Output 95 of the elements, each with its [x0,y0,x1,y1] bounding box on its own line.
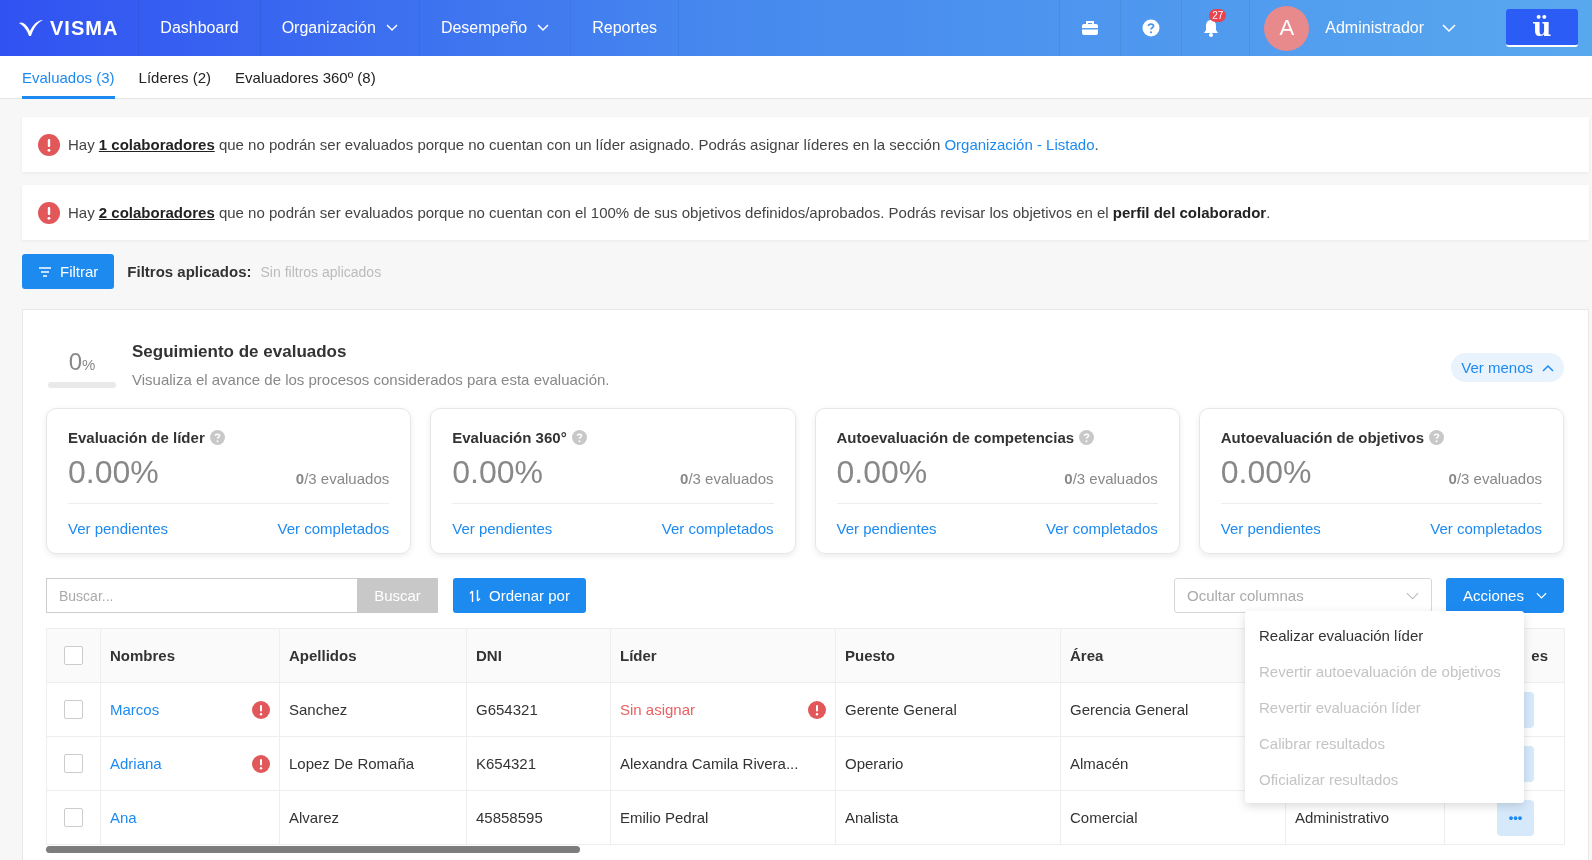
sort-button[interactable]: Ordenar por [453,578,586,613]
table-cell: Emilio Pedral [620,809,709,826]
section-link[interactable]: Organización - Listado [944,136,1095,153]
completed-link[interactable]: Ver completados [1430,520,1542,537]
filter-label: Filtros aplicados: [127,263,252,280]
chevron-down-icon[interactable] [1442,24,1456,32]
card-title: Autoevaluación de competencias [836,429,1075,446]
progress-percent: 0% [68,348,96,376]
sort-icon [469,588,481,603]
help-icon[interactable] [1429,430,1445,445]
help-icon[interactable] [571,430,587,445]
logo-swoosh-icon [18,19,44,37]
logo-text: VISMA [50,16,119,40]
menu-item[interactable]: Realizar evaluación líder [1245,617,1524,653]
table-cell: Administrativo [1295,809,1390,826]
row-actions-button[interactable]: ••• [1497,799,1534,836]
employee-name-link[interactable]: Marcos [110,701,160,718]
column-header[interactable]: Líder [620,647,657,664]
error-icon [38,201,60,224]
alert-message: Hay 2 colaboradores que no podrán ser evaluados porque no cuentan con el 100% de sus objetivos definidos/aprobados. Podrás revisar los objetivos en el perfil del colaborador. [68,204,1271,221]
filter-value: Sin filtros aplicados [260,263,382,280]
pending-link[interactable]: Ver pendientes [1220,520,1321,537]
column-header[interactable]: Puesto [845,647,895,664]
briefcase-icon[interactable] [1081,20,1100,36]
column-header[interactable]: DNI [476,647,502,664]
column-header[interactable]: Área [1070,647,1104,664]
pending-link[interactable]: Ver pendientes [836,520,937,537]
stat-count: 0/3 evaluados [680,470,774,489]
employees-link[interactable]: 1 colaboradores [98,136,215,153]
error-icon [38,133,60,156]
table-cell: Sanchez [289,701,348,718]
search-field[interactable]: Buscar... [46,578,357,613]
table-cell: Analista [845,809,899,826]
scrollbar[interactable] [46,846,580,853]
help-icon[interactable] [1079,430,1095,445]
help-icon[interactable] [209,430,225,445]
help-icon[interactable] [1142,19,1161,37]
completed-link[interactable]: Ver completados [661,520,774,537]
stat-count: 0/3 evaluados [295,470,390,489]
chevron-down-icon[interactable] [537,24,550,32]
filter-icon [38,265,52,278]
column-header[interactable]: es [1531,647,1548,664]
stat-value: 0.00% [1220,454,1312,491]
employee-name-link[interactable]: Ana [110,809,137,826]
chevron-down-icon [1535,591,1547,600]
user-name[interactable]: Administrador [1325,19,1424,37]
table-cell: G654321 [476,701,538,718]
actions-button[interactable]: Acciones [1446,578,1564,613]
table-cell: Sin asignar [620,701,696,718]
select-all-checkbox[interactable] [64,646,83,666]
table-cell: 45858595 [476,809,543,826]
table-cell: Operario [845,755,904,772]
employees-link[interactable]: 2 colaboradores [98,204,215,221]
row-checkbox[interactable] [64,754,83,774]
stat-value: 0.00% [452,454,543,491]
table-cell: Lopez De Romaña [289,755,415,772]
pending-link[interactable]: Ver pendientes [452,520,553,537]
chevron-down-icon[interactable] [385,24,398,32]
bell-icon[interactable] [1203,19,1220,37]
filter-button[interactable]: Filtrar [22,254,115,289]
stat-count: 0/3 evaluados [1064,470,1158,489]
collapse-button[interactable]: Ver menos [1451,353,1564,382]
alert-message: Hay 1 colaboradores que no podrán ser evaluados porque no cuentan con un líder asignado. Podrás asignar líderes en la sección Organización - Listado. [68,136,1099,153]
card-title: Evaluación 360° [452,429,567,446]
warning-icon [808,700,826,719]
table-cell: K654321 [476,755,537,772]
section-subtitle: Visualiza el avance de los procesos considerados para esta evaluación. [132,371,611,388]
completed-link[interactable]: Ver completados [1046,520,1158,537]
table-cell: Almacén [1070,755,1129,772]
card-title: Autoevaluación de objetivos [1220,429,1425,446]
notification-badge: 27 [1209,9,1227,22]
app-switch-button[interactable]: ü [1506,9,1578,47]
completed-link[interactable]: Ver completados [277,520,390,537]
tab[interactable]: Evaluados (3) [22,56,115,99]
tab[interactable]: Evaluadores 360º (8) [235,56,376,99]
chevron-down-icon [1406,591,1419,600]
tab[interactable]: Líderes (2) [138,56,212,99]
card-title: Evaluación de líder [68,429,205,446]
user-avatar[interactable]: A [1264,5,1310,51]
table-cell: Gerencia General [1070,701,1189,718]
column-header[interactable]: Nombres [110,647,176,664]
table-cell: Comercial [1070,809,1138,826]
stat-value: 0.00% [68,454,159,491]
section-title: Seguimiento de evaluados [132,342,348,362]
row-checkbox[interactable] [64,808,83,828]
row-checkbox[interactable] [64,700,83,720]
table-cell: Alvarez [289,809,340,826]
table-cell: Alexandra Camila Rivera... [620,755,799,772]
stat-value: 0.00% [836,454,928,491]
employee-name-link[interactable]: Adriana [110,755,162,772]
column-header[interactable]: Apellidos [289,647,357,664]
pending-link[interactable]: Ver pendientes [68,520,169,537]
chevron-up-icon [1542,363,1554,372]
table-cell: Gerente General [845,701,957,718]
stat-count: 0/3 evaluados [1448,470,1542,489]
